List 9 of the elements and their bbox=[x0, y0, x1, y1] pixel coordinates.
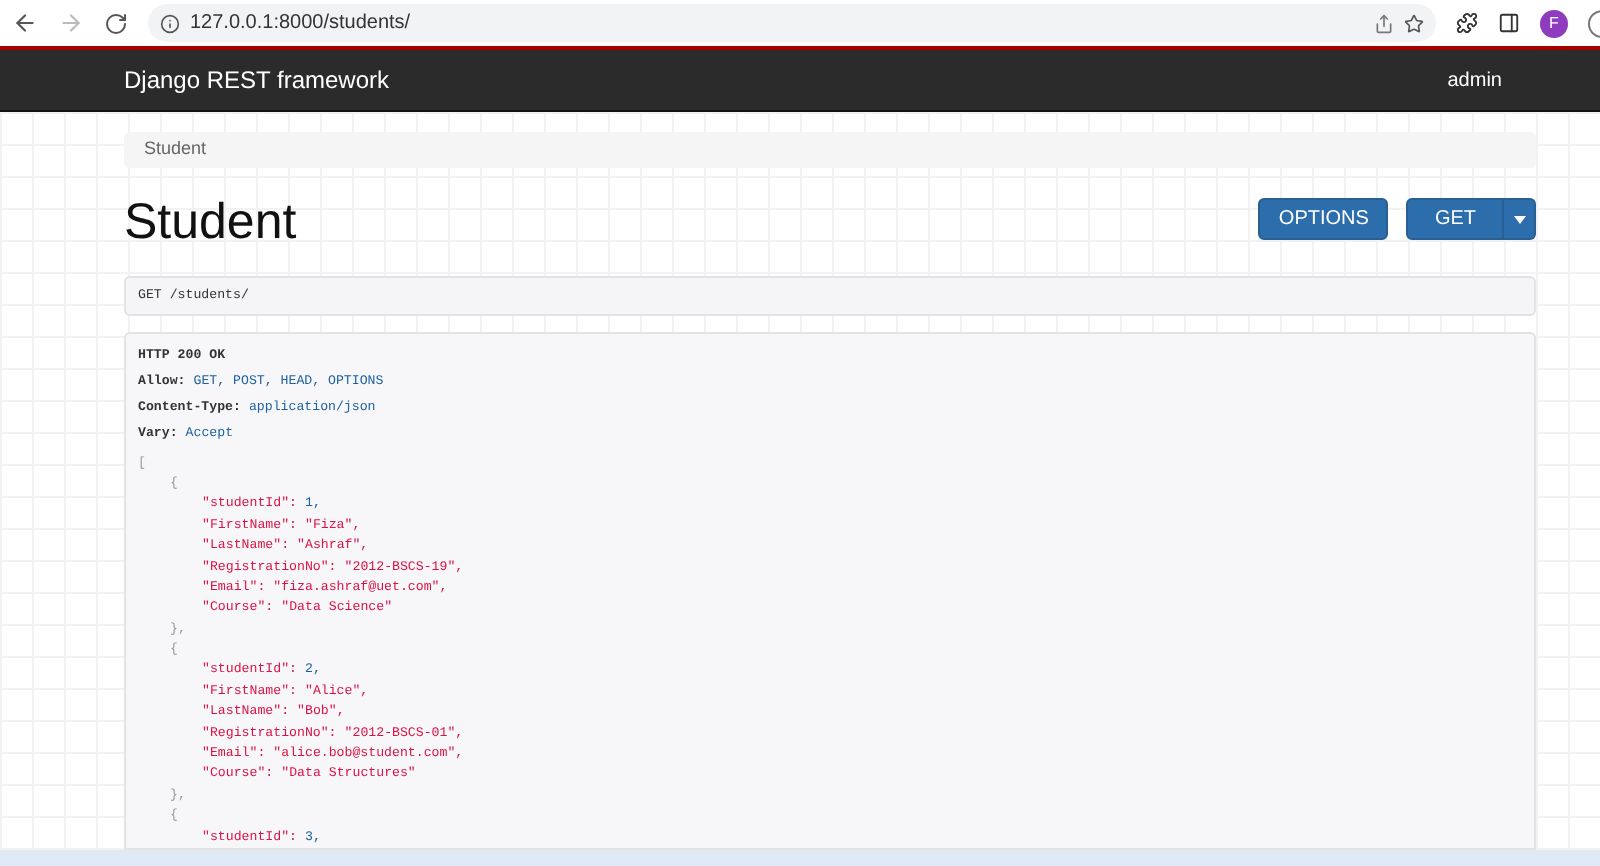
get-button[interactable]: GET bbox=[1406, 198, 1504, 241]
options-button[interactable]: OPTIONS bbox=[1258, 198, 1389, 241]
address-bar[interactable]: 127.0.0.1:8000/students/ bbox=[148, 4, 1436, 42]
page-title: Student bbox=[124, 192, 297, 253]
url-text: 127.0.0.1:8000/students/ bbox=[190, 10, 411, 38]
breadcrumb-item[interactable]: Student bbox=[144, 136, 207, 164]
user-link[interactable]: admin bbox=[1447, 65, 1502, 95]
profile-avatar[interactable]: F bbox=[1540, 9, 1568, 37]
brand-link[interactable]: Django REST framework bbox=[124, 62, 389, 98]
